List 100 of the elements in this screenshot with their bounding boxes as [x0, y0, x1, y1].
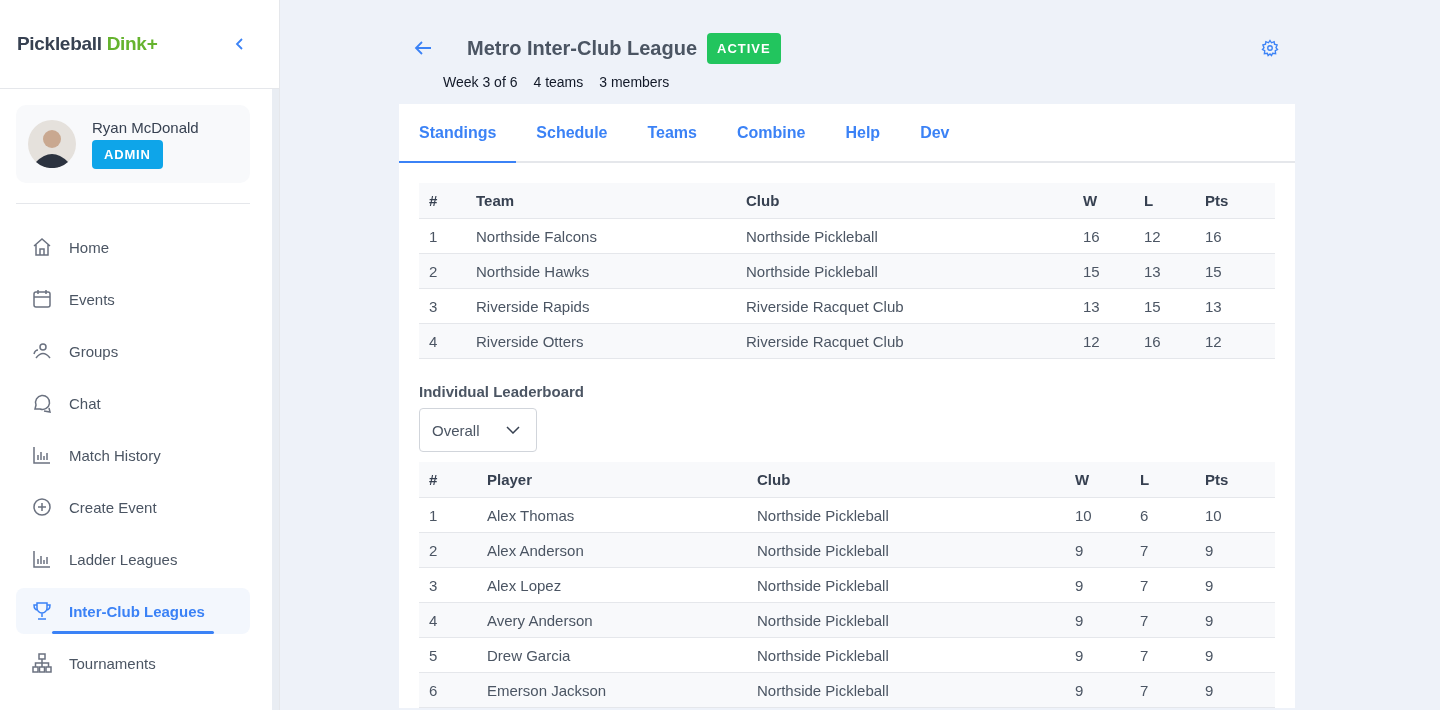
column-header: Club [746, 192, 780, 209]
table-cell: Northside Pickleball [746, 227, 878, 245]
table-cell: Riverside Rapids [476, 297, 590, 315]
column-header: W [1075, 471, 1090, 488]
nav-item[interactable]: Tournaments [16, 640, 250, 686]
table-cell: Alex Thomas [487, 506, 575, 524]
table-cell: Northside Pickleball [757, 646, 889, 664]
table-cell: 9 [1075, 611, 1084, 629]
table-cell: 15 [1144, 297, 1161, 315]
table-cell: 6 [1140, 506, 1149, 524]
table-cell: 9 [1075, 541, 1084, 559]
table-cell: Northside Pickleball [757, 576, 889, 594]
nav-item[interactable]: Ladder Leagues [16, 536, 250, 582]
hierarchy-icon [31, 652, 53, 674]
table-cell: 16 [1144, 332, 1161, 350]
table-cell: Northside Falcons [476, 227, 597, 245]
table-cell: 16 [1083, 227, 1100, 245]
table-cell: Northside Pickleball [746, 262, 878, 280]
table-cell: 7 [1140, 576, 1149, 594]
table-cell: Northside Pickleball [757, 541, 889, 559]
table-cell: Emerson Jackson [487, 681, 607, 699]
column-header: # [429, 471, 438, 488]
table-cell: 15 [1083, 262, 1100, 280]
table-cell: 3 [429, 297, 438, 315]
table-cell: 5 [429, 646, 438, 664]
status-badge: ACTIVE [707, 32, 781, 64]
table-cell: Avery Anderson [487, 611, 593, 629]
table-cell: Alex Lopez [487, 576, 562, 594]
table-cell: 13 [1205, 297, 1222, 315]
nav-item[interactable]: Events [16, 276, 250, 322]
nav-item[interactable]: Create Event [16, 484, 250, 530]
nav-item[interactable]: Groups [16, 328, 250, 374]
column-header: W [1083, 192, 1098, 209]
table-cell: 6 [429, 681, 438, 699]
chevron-down-icon [505, 426, 520, 434]
bar-chart-icon [31, 548, 53, 570]
nav-item[interactable]: Chat [16, 380, 250, 426]
table-cell: Drew Garcia [487, 646, 571, 664]
table-cell: 16 [1205, 227, 1222, 245]
home-icon [31, 236, 53, 258]
table-cell: 9 [1075, 681, 1084, 699]
table-cell: 10 [1075, 506, 1092, 524]
filter-dropdown[interactable]: Overall [419, 408, 537, 452]
table-cell: 7 [1140, 541, 1149, 559]
chat-icon [31, 392, 53, 414]
section-title: Individual Leaderboard [419, 383, 586, 400]
table-cell: Riverside Racquet Club [746, 297, 904, 315]
table-cell: 9 [1075, 646, 1084, 664]
tab[interactable]: Dev [900, 104, 970, 163]
column-header: L [1140, 471, 1150, 488]
tab[interactable]: Combine [717, 104, 826, 163]
bar-chart-icon [31, 444, 53, 466]
plus-circle-icon [31, 496, 53, 518]
column-header: Pts [1205, 471, 1229, 488]
league-title: Metro Inter-Club League [467, 36, 697, 60]
column-header: Pts [1205, 192, 1229, 209]
nav-item[interactable]: Match History [16, 432, 250, 478]
table-cell: 10 [1205, 506, 1222, 524]
tab[interactable]: Standings [399, 104, 517, 163]
trophy-icon [31, 600, 53, 622]
calendar-icon [31, 288, 53, 310]
table-cell: 9 [1205, 541, 1214, 559]
table-cell: 12 [1083, 332, 1100, 350]
column-header: Player [487, 471, 533, 488]
role-badge: ADMIN [92, 140, 163, 169]
table-cell: Northside Hawks [476, 262, 590, 280]
collapse-icon[interactable] [235, 38, 245, 50]
league-meta: Week 3 of 6 [443, 74, 518, 90]
settings-icon[interactable] [1261, 39, 1279, 57]
column-header: L [1144, 192, 1154, 209]
back-arrow-icon[interactable] [413, 40, 433, 56]
table-cell: 12 [1205, 332, 1222, 350]
tab[interactable]: Schedule [516, 104, 628, 163]
table-cell: 9 [1205, 681, 1214, 699]
tab[interactable]: Help [825, 104, 901, 163]
table-cell: 2 [429, 541, 438, 559]
avatar-silhouette [28, 120, 76, 168]
table-cell: Riverside Racquet Club [746, 332, 904, 350]
nav-item[interactable]: Home [16, 224, 250, 270]
column-header: Club [757, 471, 791, 488]
table-cell: 7 [1140, 611, 1149, 629]
table-cell: 4 [429, 611, 438, 629]
column-header: # [429, 192, 438, 209]
table-cell: 13 [1083, 297, 1100, 315]
table-cell: 9 [1205, 611, 1214, 629]
table-cell: 9 [1075, 576, 1084, 594]
table-cell: 2 [429, 262, 438, 280]
app-logo: Pickleball Dink+ [17, 33, 158, 55]
table-cell: 12 [1144, 227, 1161, 245]
table-cell: 7 [1140, 646, 1149, 664]
table-cell: Riverside Otters [476, 332, 584, 350]
league-meta: 4 teams [533, 74, 584, 90]
tab[interactable]: Teams [627, 104, 717, 163]
table-cell: 4 [429, 332, 438, 350]
table-cell: 1 [429, 227, 438, 245]
table-cell: 15 [1205, 262, 1222, 280]
league-meta: 3 members [599, 74, 670, 90]
table-cell: 3 [429, 576, 438, 594]
table-cell: Northside Pickleball [757, 611, 889, 629]
table-cell: 9 [1205, 576, 1214, 594]
